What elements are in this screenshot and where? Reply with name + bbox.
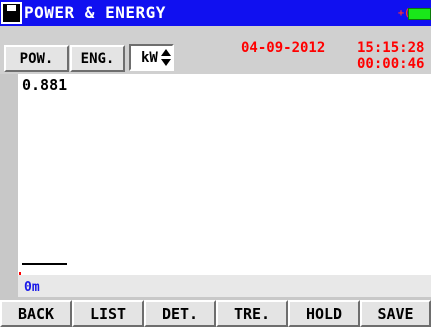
title-bar: POWER & ENERGY +( bbox=[0, 0, 431, 26]
time-axis bbox=[18, 275, 431, 297]
trace-line bbox=[22, 263, 67, 265]
elapsed-time: 00:00:46 bbox=[357, 56, 425, 72]
details-button[interactable]: DET. bbox=[144, 300, 216, 327]
value-label: 0.881 bbox=[22, 76, 68, 94]
floppy-disk-icon bbox=[1, 2, 22, 24]
time-axis-label: 0m bbox=[24, 280, 40, 295]
tab-power[interactable]: POW. bbox=[4, 45, 69, 72]
plot-area bbox=[18, 74, 431, 275]
battery-icon bbox=[408, 8, 431, 20]
unit-select[interactable]: kW bbox=[129, 44, 174, 71]
unit-select-value: kW bbox=[141, 50, 158, 66]
back-button[interactable]: BACK bbox=[0, 300, 72, 327]
trend-button[interactable]: TRE. bbox=[216, 300, 288, 327]
save-button[interactable]: SAVE bbox=[360, 300, 431, 327]
up-down-arrows-icon bbox=[161, 49, 171, 66]
tab-energy[interactable]: ENG. bbox=[70, 45, 125, 72]
hold-button[interactable]: HOLD bbox=[288, 300, 360, 327]
list-button[interactable]: LIST bbox=[72, 300, 144, 327]
window-title: POWER & ENERGY bbox=[24, 3, 166, 22]
date-display: 04-09-2012 bbox=[241, 40, 326, 56]
clock-display: 15:15:28 bbox=[357, 40, 425, 56]
